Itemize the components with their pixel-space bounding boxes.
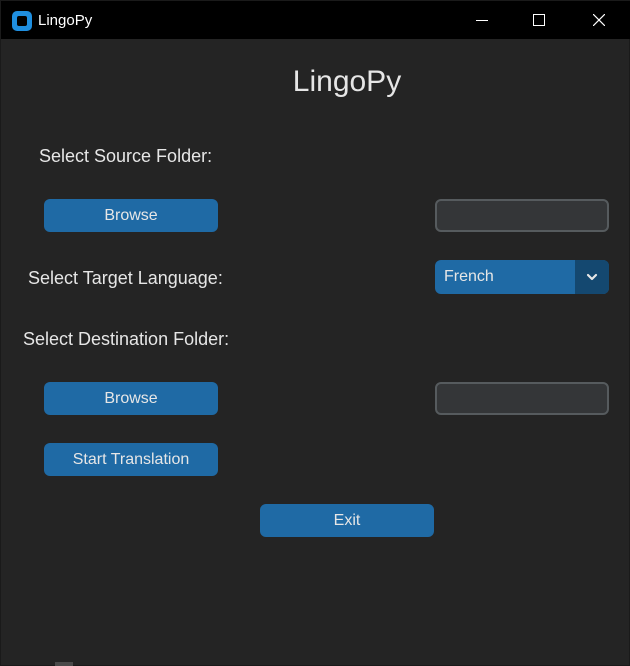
- target-language-dropdown[interactable]: French: [435, 260, 609, 294]
- resize-grip: [55, 662, 73, 666]
- page-title: LingoPy: [292, 65, 402, 98]
- destination-folder-label: Select Destination Folder:: [23, 329, 230, 349]
- start-translation-button[interactable]: Start Translation: [44, 443, 218, 476]
- source-browse-button[interactable]: Browse: [44, 199, 218, 232]
- chevron-down-icon: [586, 273, 598, 281]
- app-icon: [12, 11, 32, 31]
- dropdown-arrow-button[interactable]: [575, 260, 609, 294]
- window-title: LingoPy: [38, 12, 93, 29]
- source-path-field[interactable]: [435, 199, 609, 232]
- target-language-label: Select Target Language:: [28, 268, 223, 288]
- minimize-icon: [476, 20, 488, 21]
- target-language-value: French: [444, 268, 494, 285]
- maximize-icon: [533, 14, 545, 26]
- exit-button[interactable]: Exit: [260, 504, 434, 537]
- maximize-button[interactable]: [516, 1, 562, 39]
- title-bar[interactable]: LingoPy: [1, 1, 630, 39]
- destination-browse-button[interactable]: Browse: [44, 382, 218, 415]
- close-button[interactable]: [576, 1, 622, 39]
- close-icon: [593, 14, 605, 26]
- minimize-button[interactable]: [459, 1, 505, 39]
- destination-path-field[interactable]: [435, 382, 609, 415]
- app-window: LingoPy LingoPy Select Source Folder: Br…: [0, 0, 630, 666]
- source-folder-label: Select Source Folder:: [39, 146, 213, 166]
